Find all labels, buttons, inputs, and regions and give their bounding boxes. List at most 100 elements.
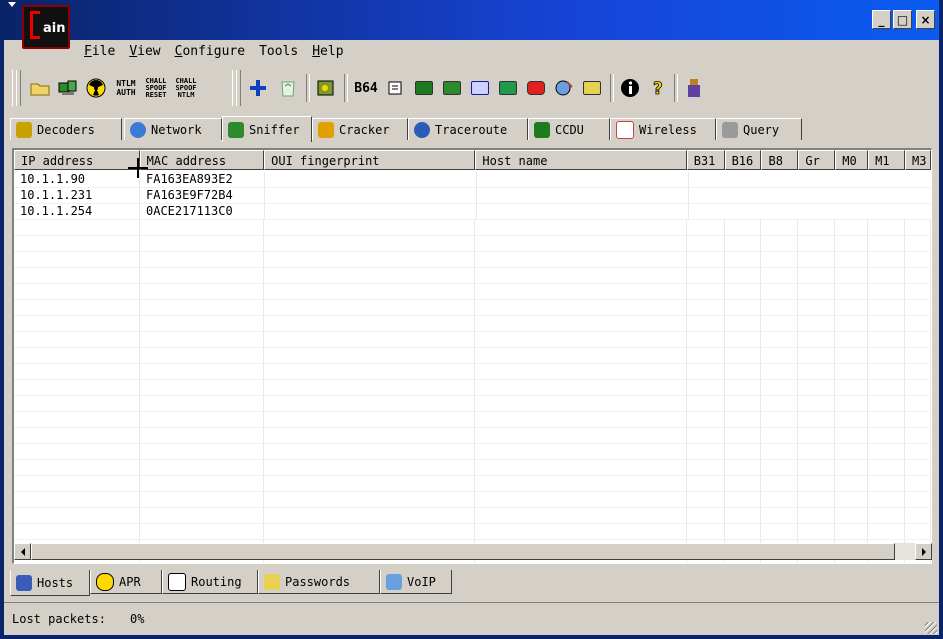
tab-network[interactable]: Network	[124, 118, 222, 140]
info-icon[interactable]	[618, 76, 642, 100]
empty-cell	[14, 476, 140, 491]
column-header-oui[interactable]: OUI fingerprint	[264, 150, 476, 170]
vpn-icon[interactable]	[440, 76, 464, 100]
column-header-m0[interactable]: M0	[835, 150, 869, 170]
network-card-icon[interactable]	[496, 76, 520, 100]
horizontal-scrollbar[interactable]	[14, 543, 932, 561]
key-tool-icon[interactable]	[580, 76, 604, 100]
menu-file[interactable]: File	[84, 44, 115, 59]
column-header-hostname[interactable]: Host name	[475, 150, 687, 170]
empty-cell	[475, 476, 687, 491]
table-row[interactable]: 10.1.1.231 FA163E9F72B4	[14, 188, 931, 204]
empty-cell	[798, 492, 836, 507]
table-row[interactable]: 10.1.1.254 0ACE217113C0	[14, 204, 931, 220]
title-bar[interactable]: _ □ ×	[4, 0, 939, 40]
help-question-icon[interactable]: ?	[646, 76, 670, 100]
empty-cell	[140, 412, 265, 427]
tab-passwords[interactable]: Passwords	[258, 570, 380, 594]
tab-wireless[interactable]: Wireless	[610, 118, 716, 140]
maximize-button[interactable]: □	[893, 10, 912, 29]
column-header-gr[interactable]: Gr	[798, 150, 836, 170]
empty-cell	[475, 524, 687, 539]
tab-label: Query	[743, 122, 780, 137]
table-row[interactable]: 10.1.1.90 FA163EA893E2	[14, 172, 931, 188]
tab-query[interactable]: Query	[716, 118, 802, 140]
add-plus-icon[interactable]	[246, 76, 270, 100]
empty-cell	[868, 348, 906, 363]
column-header-b8[interactable]: B8	[761, 150, 799, 170]
mac-cell: FA163EA893E2	[140, 172, 265, 187]
empty-cell	[264, 220, 476, 235]
empty-cell	[905, 300, 931, 315]
empty-cell	[868, 220, 906, 235]
start-sniffer-icon[interactable]	[56, 76, 80, 100]
tab-routing[interactable]: Routing	[162, 570, 258, 594]
empty-cell	[905, 412, 931, 427]
empty-cell	[868, 508, 906, 523]
rdp-icon[interactable]	[468, 76, 492, 100]
column-header-b16[interactable]: B16	[724, 150, 762, 170]
tab-ccdu[interactable]: CCDU	[528, 118, 610, 140]
start-apr-icon[interactable]	[84, 76, 108, 100]
tab-decoders[interactable]: Decoders	[10, 118, 122, 140]
close-button[interactable]: ×	[916, 10, 935, 29]
system-menu-icon[interactable]	[8, 2, 16, 12]
empty-cell	[905, 268, 931, 283]
empty-row	[14, 460, 931, 476]
tab-apr[interactable]: APR	[90, 570, 162, 594]
column-header-mac[interactable]: MAC address	[139, 150, 265, 170]
users-icon[interactable]	[682, 76, 706, 100]
open-folder-icon[interactable]	[28, 76, 52, 100]
tab-cracker[interactable]: Cracker	[312, 118, 408, 140]
chall-spoof-ntlm-button[interactable]: CHALL SPOOF NTLM	[174, 76, 198, 100]
hosts-list[interactable]: IP address MAC address OUI fingerprint H…	[12, 148, 932, 564]
column-header-m3[interactable]: M3	[905, 150, 931, 170]
empty-cell	[905, 508, 931, 523]
tab-sniffer[interactable]: Sniffer	[222, 116, 312, 142]
toolbar-grip-4[interactable]	[236, 70, 241, 106]
ntlm-auth-button[interactable]: NTLM AUTH	[114, 76, 138, 100]
empty-cell	[725, 428, 762, 443]
recycle-bin-icon[interactable]	[276, 76, 300, 100]
empty-cell	[14, 252, 140, 267]
empty-cell	[725, 412, 762, 427]
empty-cell	[264, 524, 476, 539]
empty-cell	[725, 476, 762, 491]
scroll-left-button[interactable]	[14, 543, 31, 560]
column-header-m1[interactable]: M1	[868, 150, 906, 170]
resize-grip[interactable]	[925, 622, 937, 634]
empty-cell	[868, 284, 906, 299]
empty-cell	[868, 460, 906, 475]
red-box-icon[interactable]	[524, 76, 548, 100]
tab-label: VoIP	[407, 574, 436, 589]
tab-traceroute[interactable]: Traceroute	[408, 118, 528, 140]
monitor-green-icon[interactable]	[412, 76, 436, 100]
empty-cell	[140, 508, 265, 523]
certificate-collector-icon[interactable]	[314, 76, 338, 100]
tab-hosts[interactable]: Hosts	[10, 570, 90, 596]
scrollbar-track[interactable]	[895, 543, 915, 560]
minimize-button[interactable]: _	[872, 10, 891, 29]
empty-row	[14, 524, 931, 540]
empty-row	[14, 476, 931, 492]
scrollbar-thumb[interactable]	[31, 543, 895, 560]
empty-cell	[868, 396, 906, 411]
tab-voip[interactable]: VoIP	[380, 570, 452, 594]
empty-cell	[14, 412, 140, 427]
empty-row	[14, 316, 931, 332]
menu-tools[interactable]: Tools	[259, 44, 298, 59]
empty-cell	[264, 460, 476, 475]
column-header-ip[interactable]: IP address	[14, 150, 140, 170]
globe-lookup-icon[interactable]	[552, 76, 576, 100]
menu-configure[interactable]: Configure	[175, 44, 245, 59]
empty-cell	[264, 332, 476, 347]
empty-cell	[687, 380, 725, 395]
scroll-right-button[interactable]	[915, 543, 932, 560]
column-header-b31[interactable]: B31	[686, 150, 725, 170]
notes-icon[interactable]	[384, 76, 408, 100]
chall-spoof-reset-button[interactable]: CHALL SPOOF RESET	[144, 76, 168, 100]
menu-view[interactable]: View	[129, 44, 160, 59]
base64-button[interactable]: B64	[354, 76, 378, 100]
menu-help[interactable]: Help	[312, 44, 343, 59]
toolbar-grip-2[interactable]	[16, 70, 21, 106]
